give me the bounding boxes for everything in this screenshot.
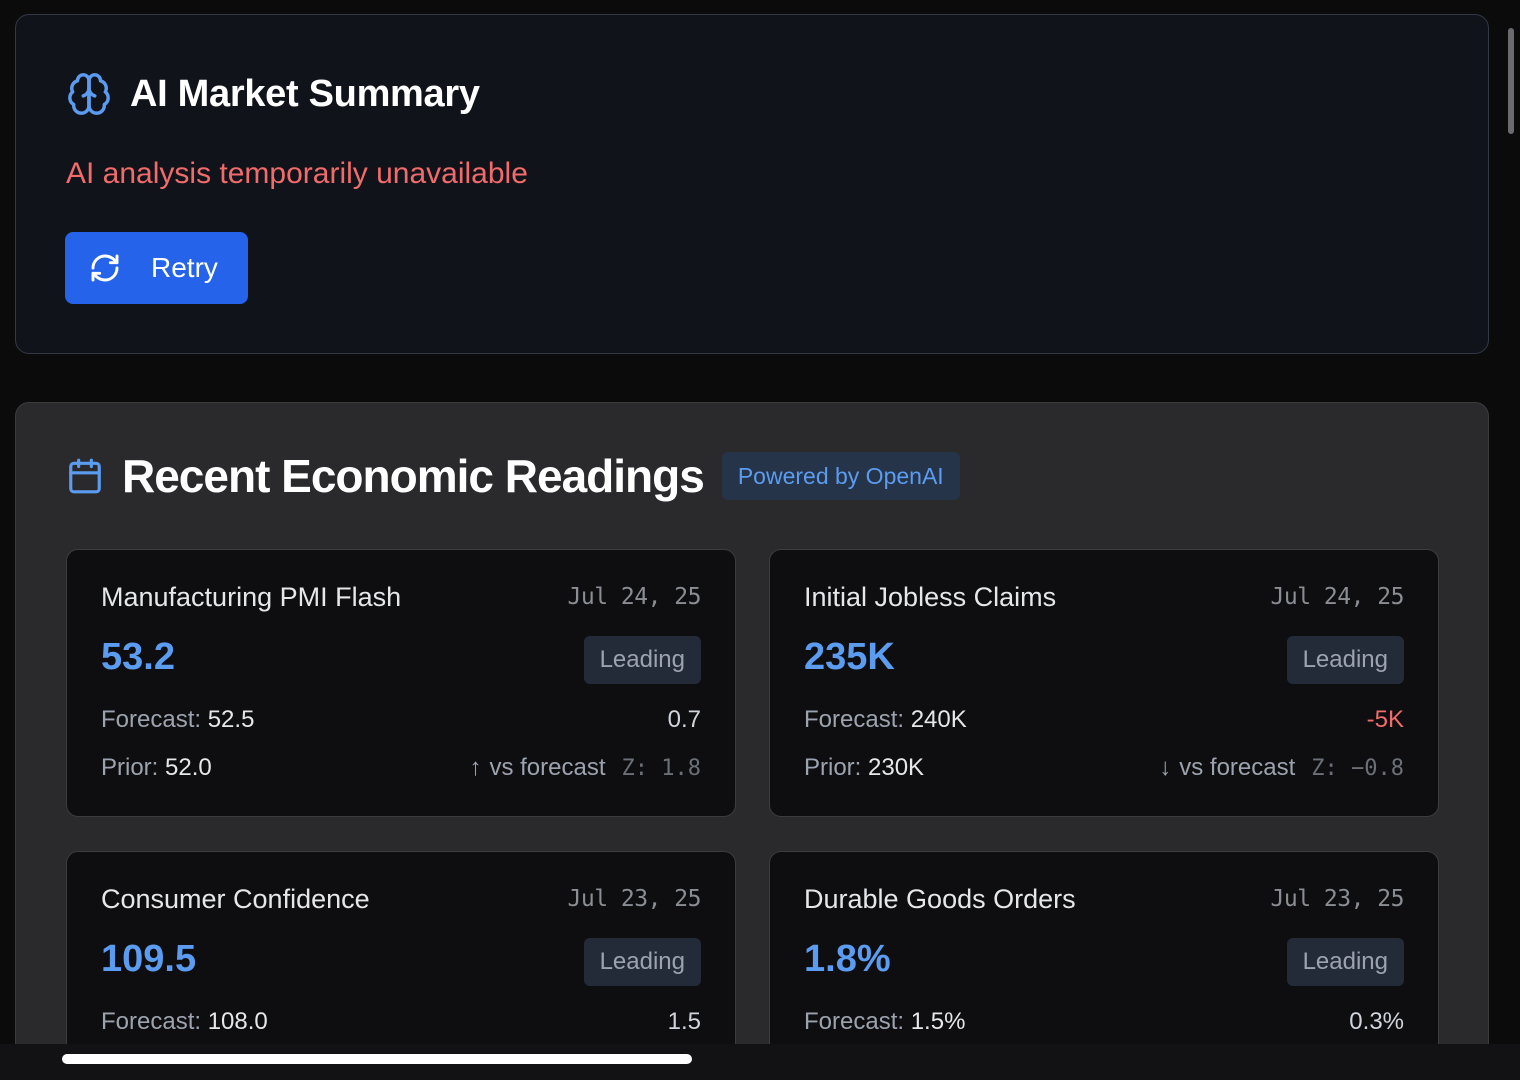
forecast-label: Forecast: <box>804 706 905 733</box>
reading-card-manufacturing-pmi[interactable]: Manufacturing PMI Flash Jul 24, 25 53.2 … <box>66 549 736 817</box>
reading-date: Jul 24, 25 <box>567 584 702 610</box>
arrow-up-icon: ↑ <box>469 754 482 781</box>
indicator-type-badge: Leading <box>583 636 701 684</box>
retry-button[interactable]: Retry <box>65 232 248 304</box>
ai-market-summary-card: AI Market Summary AI analysis temporaril… <box>15 14 1489 354</box>
reading-date: Jul 24, 25 <box>1270 584 1405 610</box>
reading-card-initial-jobless-claims[interactable]: Initial Jobless Claims Jul 24, 25 235K L… <box>769 549 1439 817</box>
vs-forecast-indicator: ↓ vs forecast Z: −0.8 <box>1159 754 1404 782</box>
brain-icon <box>66 71 112 117</box>
retry-label: Retry <box>151 252 218 283</box>
vertical-scrollbar[interactable] <box>1508 28 1514 134</box>
summary-error-message: AI analysis temporarily unavailable <box>66 157 528 190</box>
indicator-type-badge: Leading <box>1286 938 1404 986</box>
reading-value: 1.8% <box>804 938 891 980</box>
forecast-value: 52.5 <box>207 706 255 733</box>
forecast-value: 108.0 <box>207 1008 268 1035</box>
forecast-row: Forecast: 1.5% <box>804 1008 965 1036</box>
readings-header: Recent Economic Readings Powered by Open… <box>66 449 960 503</box>
forecast-difference: 0.3% <box>1349 1008 1404 1035</box>
indicator-type-badge: Leading <box>583 938 701 986</box>
reading-name: Consumer Confidence <box>101 884 370 914</box>
reading-value: 235K <box>804 636 895 678</box>
forecast-difference: -5K <box>1366 706 1404 733</box>
vs-forecast-label: vs forecast <box>1179 754 1296 781</box>
powered-by-badge: Powered by OpenAI <box>721 452 960 500</box>
prior-row: Prior: 230K <box>804 754 924 782</box>
reading-name: Manufacturing PMI Flash <box>101 582 402 612</box>
vs-forecast-label: vs forecast <box>489 754 606 781</box>
forecast-label: Forecast: <box>101 1008 202 1035</box>
vs-forecast-indicator: ↑ vs forecast Z: 1.8 <box>469 754 701 782</box>
reading-date: Jul 23, 25 <box>567 886 702 912</box>
summary-header: AI Market Summary <box>66 71 480 117</box>
z-score: Z: −0.8 <box>1311 755 1404 781</box>
forecast-row: Forecast: 240K <box>804 706 967 734</box>
refresh-icon <box>89 252 121 284</box>
forecast-row: Forecast: 108.0 <box>101 1008 268 1036</box>
reading-value: 53.2 <box>101 636 175 678</box>
prior-value: 52.0 <box>165 754 212 781</box>
readings-title: Recent Economic Readings <box>122 450 705 502</box>
prior-label: Prior: <box>101 754 159 781</box>
recent-economic-readings-panel: Recent Economic Readings Powered by Open… <box>15 402 1489 1080</box>
z-score: Z: 1.8 <box>621 755 701 781</box>
indicator-type-badge: Leading <box>1286 636 1404 684</box>
page: AI Market Summary AI analysis temporaril… <box>0 0 1520 1080</box>
prior-row: Prior: 52.0 <box>101 754 212 782</box>
summary-title: AI Market Summary <box>130 72 480 115</box>
reading-name: Durable Goods Orders <box>804 884 1076 914</box>
forecast-difference: 1.5 <box>667 1008 701 1035</box>
reading-value: 109.5 <box>101 938 197 980</box>
arrow-down-icon: ↓ <box>1159 754 1172 781</box>
prior-label: Prior: <box>804 754 862 781</box>
forecast-label: Forecast: <box>804 1008 905 1035</box>
forecast-value: 1.5% <box>910 1008 966 1035</box>
horizontal-scrollbar[interactable] <box>62 1054 692 1064</box>
calendar-icon <box>66 457 122 495</box>
reading-date: Jul 23, 25 <box>1270 886 1405 912</box>
forecast-value: 240K <box>910 706 967 733</box>
forecast-label: Forecast: <box>101 706 202 733</box>
forecast-row: Forecast: 52.5 <box>101 706 254 734</box>
prior-value: 230K <box>868 754 925 781</box>
reading-name: Initial Jobless Claims <box>804 582 1057 612</box>
forecast-difference: 0.7 <box>667 706 701 733</box>
